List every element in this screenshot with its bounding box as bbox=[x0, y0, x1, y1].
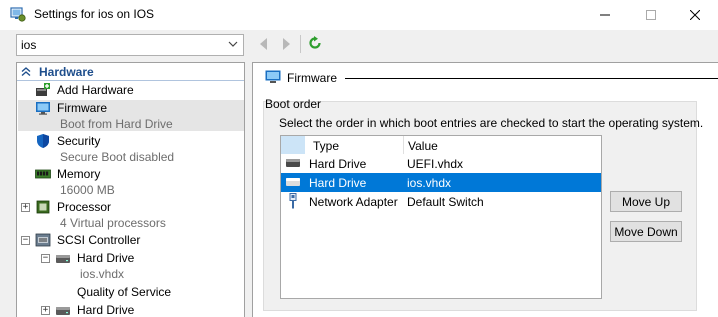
tree-item-label: Quality of Service bbox=[77, 285, 172, 299]
minimize-button[interactable] bbox=[582, 0, 628, 30]
collapse-icon[interactable]: − bbox=[21, 236, 30, 245]
tree-header-hardware[interactable]: Hardware bbox=[17, 63, 244, 81]
boot-entry-row[interactable]: Network Adapter Default Switch bbox=[281, 192, 601, 211]
forward-arrow-icon[interactable] bbox=[280, 37, 292, 51]
processor-icon bbox=[36, 200, 50, 214]
network-adapter-icon bbox=[289, 193, 297, 209]
maximize-button[interactable] bbox=[628, 0, 674, 30]
boot-entry-row-selected[interactable]: Hard Drive ios.vhdx bbox=[281, 173, 601, 192]
firmware-icon bbox=[265, 70, 281, 83]
boot-entry-value: UEFI.vhdx bbox=[407, 157, 464, 171]
tree-item-label: Memory bbox=[57, 167, 101, 181]
tree-item-hard-drive[interactable]: − Hard Drive ios.vhdx bbox=[17, 250, 244, 281]
firmware-icon bbox=[36, 102, 50, 115]
tree-item-security[interactable]: Security Secure Boot disabled bbox=[17, 133, 244, 164]
tree-item-quality-of-service[interactable]: Quality of Service bbox=[17, 284, 244, 300]
tree-item-sub: Secure Boot disabled bbox=[60, 150, 175, 164]
section-title: Firmware bbox=[287, 71, 337, 85]
tree-item-hard-drive-2[interactable]: + Hard Drive bbox=[17, 302, 244, 317]
tree-item-label: Hard Drive bbox=[77, 303, 135, 317]
tree-item-label: Firmware bbox=[57, 101, 107, 115]
hardware-tree: Hardware Add Hardware Firmware Boot from… bbox=[16, 62, 245, 317]
boot-order-title: Boot order bbox=[265, 97, 322, 111]
tree-item-label: Security bbox=[57, 134, 101, 148]
chevron-down-icon bbox=[228, 41, 238, 47]
column-header-icon bbox=[281, 136, 305, 154]
boot-entry-value: Default Switch bbox=[407, 195, 484, 209]
toolbar-separator bbox=[300, 35, 301, 53]
tree-item-label: Add Hardware bbox=[57, 83, 134, 97]
add-hardware-icon bbox=[36, 83, 50, 96]
window-title: Settings for ios on IOS bbox=[34, 7, 155, 21]
move-down-button[interactable]: Move Down bbox=[610, 221, 682, 242]
move-up-button[interactable]: Move Up bbox=[610, 191, 682, 212]
tree-item-sub: 4 Virtual processors bbox=[60, 216, 166, 230]
column-header-value[interactable]: Value bbox=[404, 136, 601, 154]
maximize-icon bbox=[646, 10, 656, 20]
tree-item-scsi-controller[interactable]: − SCSI Controller bbox=[17, 232, 244, 248]
vm-select[interactable]: ios bbox=[16, 34, 244, 56]
hard-drive-icon bbox=[286, 178, 300, 186]
tree-item-processor[interactable]: + Processor 4 Virtual processors bbox=[17, 199, 244, 230]
collapse-chevron-icon bbox=[21, 67, 31, 77]
tree-item-memory[interactable]: Memory 16000 MB bbox=[17, 166, 244, 197]
firmware-panel: Firmware Boot order Select the order in … bbox=[252, 62, 718, 317]
tree-item-label: SCSI Controller bbox=[57, 233, 141, 247]
tree-item-sub: Boot from Hard Drive bbox=[60, 117, 173, 131]
back-arrow-icon[interactable] bbox=[258, 37, 270, 51]
hard-drive-icon bbox=[286, 159, 300, 167]
minimize-icon bbox=[600, 14, 610, 16]
tree-item-label: Processor bbox=[57, 200, 112, 214]
collapse-icon[interactable]: − bbox=[41, 254, 50, 263]
boot-entry-type: Hard Drive bbox=[309, 176, 367, 190]
hard-drive-icon bbox=[56, 307, 70, 315]
tree-item-sub: 16000 MB bbox=[60, 183, 115, 197]
section-divider bbox=[345, 78, 718, 79]
tree-item-add-hardware[interactable]: Add Hardware bbox=[17, 82, 244, 98]
title-bar: Settings for ios on IOS bbox=[0, 0, 718, 30]
scsi-controller-icon bbox=[35, 233, 51, 247]
expand-icon[interactable]: + bbox=[21, 203, 30, 212]
settings-app-icon bbox=[10, 7, 26, 22]
tree-item-sub: ios.vhdx bbox=[80, 267, 125, 281]
tree-item-firmware[interactable]: Firmware Boot from Hard Drive bbox=[17, 100, 244, 131]
close-button[interactable] bbox=[672, 0, 718, 30]
close-icon bbox=[690, 10, 700, 20]
memory-icon bbox=[35, 169, 51, 179]
boot-entry-type: Network Adapter bbox=[309, 195, 398, 209]
tree-header-label: Hardware bbox=[39, 65, 94, 79]
column-header-type[interactable]: Type bbox=[305, 136, 404, 154]
shield-icon bbox=[37, 134, 49, 148]
boot-entry-value: ios.vhdx bbox=[407, 176, 452, 190]
refresh-icon[interactable] bbox=[308, 36, 322, 50]
boot-order-description: Select the order in which boot entries a… bbox=[279, 116, 704, 130]
hard-drive-icon bbox=[56, 255, 70, 263]
boot-entry-type: Hard Drive bbox=[309, 157, 367, 171]
vm-select-value: ios bbox=[21, 38, 37, 52]
boot-order-list[interactable]: Type Value Hard Drive UEFI.vhdx Hard Dri… bbox=[280, 135, 602, 299]
boot-entry-row[interactable]: Hard Drive UEFI.vhdx bbox=[281, 154, 601, 173]
tree-item-label: Hard Drive bbox=[77, 251, 135, 265]
expand-icon[interactable]: + bbox=[41, 306, 50, 315]
